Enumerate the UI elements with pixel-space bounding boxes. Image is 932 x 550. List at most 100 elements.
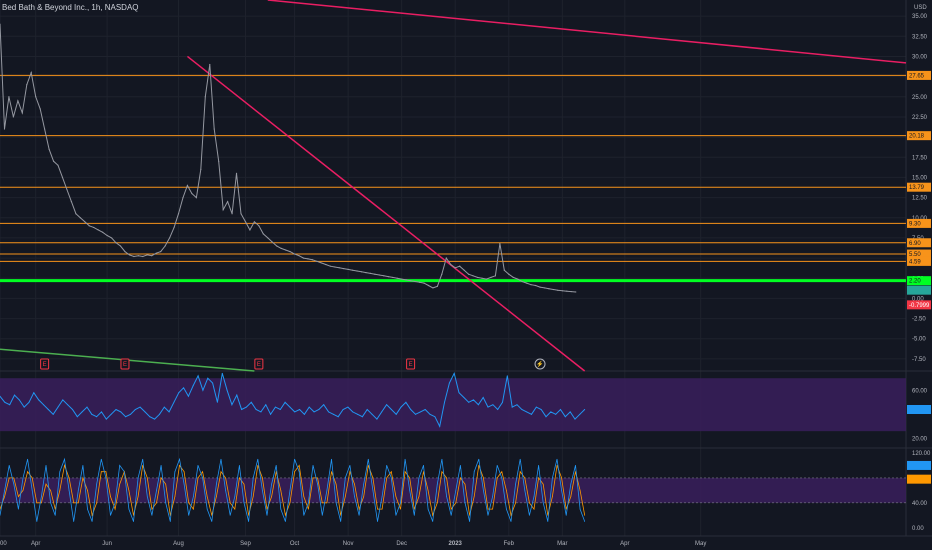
price-point: [494, 275, 496, 277]
stoch-k-point: [331, 458, 332, 460]
stoch-k-point: [547, 521, 549, 522]
price-point: [227, 201, 229, 203]
price-tick-label: 25.00: [912, 95, 928, 101]
stoch-d-point: [436, 502, 438, 504]
stoch-d-point: [423, 471, 424, 473]
stoch-k-point: [45, 465, 47, 466]
rsi-point: [323, 404, 325, 406]
price-point: [450, 263, 452, 266]
price-tick-label: 30.00: [912, 54, 928, 60]
stoch-k-point: [137, 477, 139, 479]
price-point: [320, 262, 322, 264]
stoch-d-point: [22, 489, 24, 491]
rsi-point: [448, 382, 450, 384]
price-point: [182, 196, 184, 199]
stoch-d-point: [505, 489, 507, 491]
price-point: [347, 268, 349, 270]
rsi-point: [371, 413, 373, 415]
stoch-d-point: [331, 471, 332, 473]
earnings-marker-label: E: [123, 362, 127, 368]
price-point: [57, 164, 59, 166]
rsi-point: [429, 413, 431, 415]
time-tick-label: Jun: [102, 541, 112, 547]
price-point: [557, 289, 559, 291]
stoch-k-value-tag: [907, 460, 931, 470]
price-point: [124, 251, 126, 253]
stoch-d-value-tag: [907, 474, 931, 484]
stoch-d-point: [326, 502, 328, 504]
rsi-point: [516, 404, 518, 406]
stoch-k-point: [266, 514, 268, 516]
rsi-point: [236, 394, 238, 396]
stoch-k-point: [151, 514, 153, 516]
stoch-k-point: [294, 458, 296, 460]
rsi-point: [202, 389, 204, 391]
stoch-k-point: [133, 521, 134, 522]
price-point: [374, 273, 376, 275]
symbol-title[interactable]: Bed Bath & Beyond Inc., 1h, NASDAQ: [2, 3, 139, 12]
price-point: [164, 245, 166, 247]
stoch-d-point: [238, 477, 240, 479]
stoch-d-point: [363, 496, 365, 498]
price-point: [530, 284, 532, 286]
stoch-k-point: [262, 489, 263, 491]
rsi-point: [139, 406, 141, 408]
stoch-d-point: [100, 471, 102, 473]
price-point: [93, 226, 95, 229]
price-point: [445, 257, 447, 259]
stoch-d-point: [519, 471, 521, 473]
stoch-d-point: [27, 471, 29, 473]
rsi-point: [390, 409, 392, 410]
stoch-d-point: [409, 477, 411, 479]
stoch-d-point: [335, 483, 337, 485]
price-point: [191, 192, 193, 195]
stoch-k-point: [501, 477, 503, 479]
stoch-k-point: [358, 514, 360, 516]
rsi-point: [347, 406, 349, 408]
stoch-d-point: [8, 477, 10, 479]
stoch-d-point: [271, 496, 273, 498]
rsi-tick-label: 20.00: [912, 436, 928, 442]
price-point: [213, 128, 215, 130]
price-tick-label: 35.00: [912, 14, 928, 20]
stoch-d-point: [446, 477, 447, 479]
time-tick-label: Apr: [31, 541, 40, 547]
stoch-d-point: [133, 514, 134, 516]
stoch-k-point: [91, 521, 93, 522]
price-point: [441, 273, 443, 275]
stoch-d-point: [565, 508, 567, 510]
stoch-k-point: [418, 477, 420, 479]
stoch-k-point: [552, 477, 553, 479]
rsi-point: [129, 413, 131, 415]
stoch-d-point: [492, 508, 493, 510]
stoch-k-point: [105, 477, 107, 479]
stoch-d-point: [340, 514, 342, 516]
stoch-k-point: [561, 489, 563, 491]
price-point: [119, 245, 122, 247]
stoch-d-point: [54, 508, 56, 510]
rsi-point: [550, 411, 552, 413]
stoch-d-point: [579, 489, 581, 491]
stoch-d-point: [317, 477, 319, 479]
price-point: [137, 255, 139, 257]
rsi-point: [540, 409, 542, 410]
rsi-pane[interactable]: [0, 371, 906, 432]
price-point: [432, 287, 434, 289]
stoch-k-point: [27, 458, 29, 460]
stoch-k-point: [192, 496, 194, 498]
rsi-point: [400, 406, 402, 408]
stoch-k-point: [377, 521, 378, 522]
stoch-d-point: [552, 496, 553, 498]
price-point: [200, 168, 202, 170]
price-point: [517, 278, 519, 280]
stoch-d-point: [18, 496, 19, 498]
stoch-d-point: [50, 489, 52, 491]
price-tick-label: 15.00: [912, 175, 928, 181]
stoch-d-point: [510, 514, 512, 516]
rsi-point: [270, 413, 272, 415]
chart-canvas[interactable]: EEEE⚡ USD35.0032.5030.0027.5025.0022.502…: [0, 0, 932, 550]
rsi-point: [18, 399, 20, 401]
stoch-k-point: [22, 477, 24, 479]
stoch-k-point: [538, 465, 540, 466]
stoch-k-point: [386, 465, 388, 466]
